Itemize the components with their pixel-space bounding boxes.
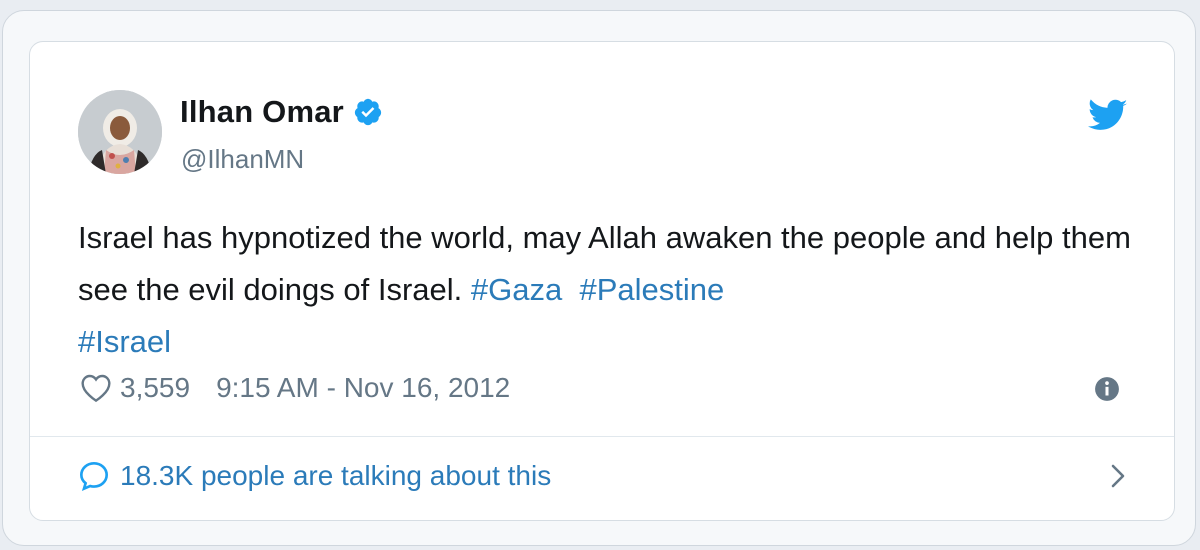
- hashtag-link[interactable]: #Gaza: [471, 272, 562, 307]
- avatar-image: [78, 90, 162, 174]
- hashtag-link[interactable]: #Israel: [78, 324, 171, 359]
- info-icon[interactable]: [1094, 376, 1120, 402]
- like-count[interactable]: 3,559: [120, 372, 190, 404]
- author-name[interactable]: Ilhan Omar: [180, 94, 344, 130]
- hashtag-link[interactable]: #Palestine: [579, 272, 724, 307]
- author-handle[interactable]: @IlhanMN: [181, 144, 304, 175]
- chevron-right-icon[interactable]: [1108, 462, 1128, 490]
- tweet-card[interactable]: Ilhan Omar @IlhanMN Israel has hypnotize…: [29, 41, 1175, 521]
- conversation-link[interactable]: 18.3K people are talking about this: [78, 454, 1128, 498]
- reply-bubble-icon: [78, 460, 110, 492]
- divider: [30, 436, 1174, 437]
- verified-badge-icon: [353, 97, 383, 127]
- twitter-bird-icon[interactable]: [1088, 99, 1128, 133]
- author-name-row: Ilhan Omar: [180, 92, 383, 132]
- talking-about-text: 18.3K people are talking about this: [120, 460, 552, 491]
- heart-icon[interactable]: [80, 373, 112, 403]
- avatar[interactable]: [78, 90, 162, 174]
- tweet-timestamp[interactable]: 9:15 AM - Nov 16, 2012: [216, 372, 510, 404]
- tweet-meta: 3,559 9:15 AM - Nov 16, 2012: [80, 368, 510, 408]
- embed-frame: Ilhan Omar @IlhanMN Israel has hypnotize…: [2, 10, 1196, 546]
- tweet-text: Israel has hypnotized the world, may All…: [78, 212, 1138, 368]
